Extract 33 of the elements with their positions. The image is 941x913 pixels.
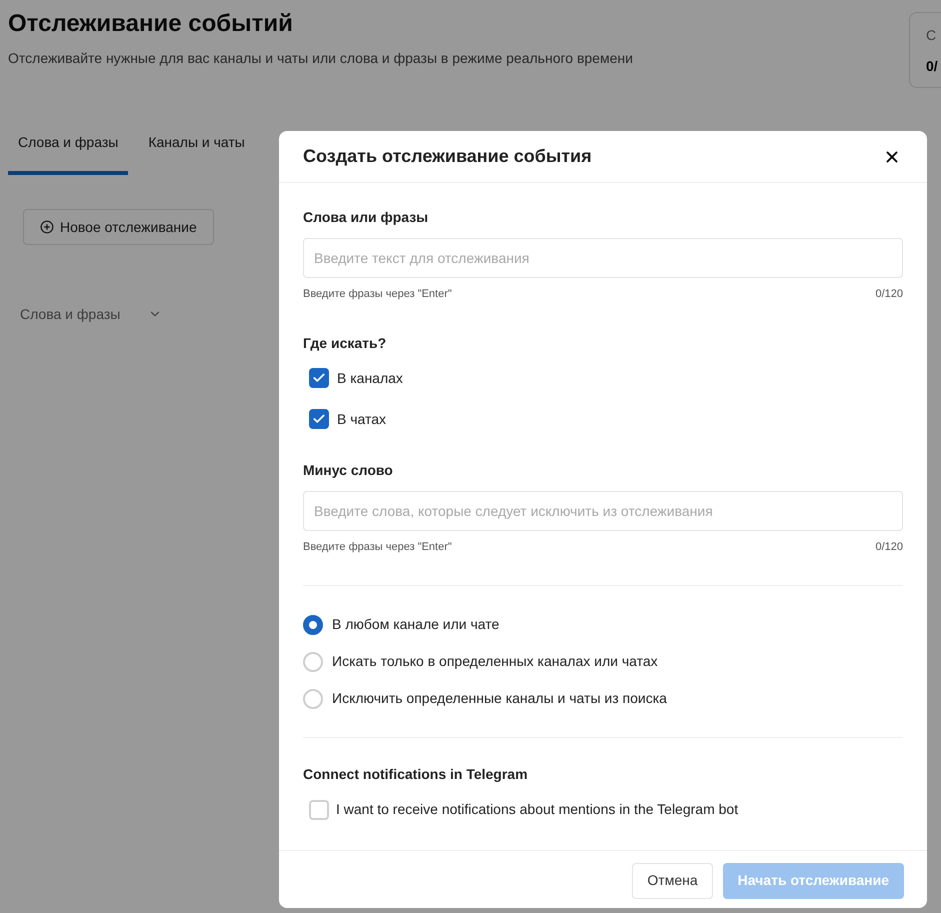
field-hint: Введите фразы через "Enter" — [303, 287, 452, 302]
checkbox-label: В каналах — [337, 368, 403, 388]
modal-title: Создать отслеживание события — [303, 145, 592, 168]
text-field[interactable]: Введите текст для отслеживания — [303, 238, 903, 278]
checkbox[interactable] — [309, 409, 329, 429]
checkbox[interactable] — [309, 800, 329, 820]
tab[interactable]: Каналы и чаты — [138, 126, 255, 175]
text-field[interactable]: Введите слова, которые следует исключить из отслеживания — [303, 490, 903, 530]
check-icon — [312, 412, 326, 426]
new-tracking-button[interactable]: Новое отслеживание — [23, 209, 214, 245]
stat-value: 0/ — [926, 57, 939, 76]
check-icon — [312, 371, 326, 385]
radio-button[interactable] — [303, 614, 323, 634]
char-counter: 0/120 — [875, 540, 903, 554]
radio-label: Искать только в определенных каналах или чатах — [332, 652, 658, 671]
cancel-button[interactable]: Отмена — [632, 862, 713, 898]
char-counter: 0/120 — [875, 287, 903, 302]
filter-dropdown[interactable]: Слова и фразы — [10, 297, 172, 331]
field-label: Слова или фразы — [303, 208, 430, 227]
plus-circle-icon — [40, 220, 54, 234]
checkbox-label: В чатах — [337, 410, 386, 428]
tab[interactable]: Слова и фразы — [8, 126, 128, 175]
section-label: Где искать? — [303, 334, 388, 353]
page-subtitle: Отслеживайте нужные для вас каналы и чаты или слова и фразы в режиме реального времени — [8, 49, 633, 68]
radio-label: Исключить определенные каналы и чаты из поиска — [332, 689, 667, 708]
field-label: Минус слово — [303, 460, 394, 480]
page-title: Отслеживание событий — [8, 9, 294, 39]
checkbox-label: I want to receive notifications about mentions in the Telegram bot — [336, 800, 738, 819]
field-hint: Введите фразы через "Enter" — [303, 540, 452, 554]
stat-label: С — [926, 26, 938, 45]
radio-label: В любом канале или чате — [332, 615, 500, 634]
section-label: Connect notifications in Telegram — [303, 765, 529, 784]
checkbox[interactable] — [309, 368, 329, 388]
